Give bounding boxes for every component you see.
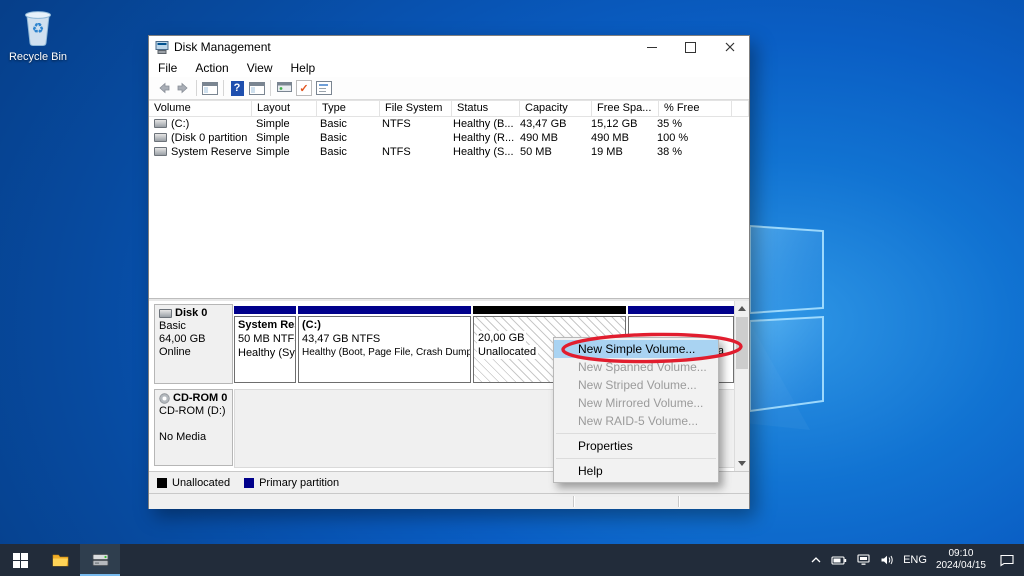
desktop: ♻ Recycle Bin Disk Management (0, 0, 1024, 576)
clock[interactable]: 09:10 2024/04/15 (936, 548, 986, 572)
col-type[interactable]: Type (317, 101, 380, 116)
clock-date: 2024/04/15 (936, 560, 986, 571)
windows-start-icon (13, 553, 28, 568)
close-icon (725, 42, 735, 52)
col-free-space[interactable]: Free Spa... (592, 101, 659, 116)
disk-icon (159, 309, 172, 318)
console-tree-icon[interactable] (247, 79, 267, 97)
title-bar[interactable]: Disk Management (149, 36, 749, 58)
toolbar-separator (223, 80, 224, 96)
table-row[interactable]: System Reserved Simple Basic NTFS Health… (149, 145, 749, 159)
toolbar: ? ✓ (149, 77, 749, 100)
maximize-button[interactable] (671, 36, 710, 58)
minimize-button[interactable] (632, 36, 671, 58)
menu-item-new-striped-volume[interactable]: New Striped Volume... (554, 376, 718, 394)
col-volume[interactable]: Volume (149, 101, 252, 116)
disk-view-scrollbar[interactable] (734, 301, 749, 471)
menu-item-new-raid5-volume[interactable]: New RAID-5 Volume... (554, 412, 718, 430)
menu-separator (556, 458, 716, 459)
menu-bar: File Action View Help (149, 58, 749, 77)
menu-view[interactable]: View (238, 59, 282, 77)
cdrom0-header[interactable]: CD-ROM 0 CD-ROM (D:) No Media (154, 389, 233, 466)
volume-speaker-icon[interactable] (880, 554, 894, 566)
recycle-bin-label: Recycle Bin (6, 51, 70, 63)
disk-management-icon (91, 552, 110, 568)
disk0-header[interactable]: Disk 0 Basic 64,00 GB Online (154, 304, 233, 384)
legend-swatch-unallocated (157, 478, 167, 488)
partition-system-reserved[interactable]: System Res 50 MB NTFS Healthy (Sys (234, 306, 296, 383)
volume-icon (154, 133, 167, 142)
console-window-icon[interactable] (200, 79, 220, 97)
volume-icon (154, 147, 167, 156)
legend-primary-partition: Primary partition (244, 477, 339, 489)
back-icon[interactable] (153, 79, 173, 97)
partition-c[interactable]: (C:) 43,47 GB NTFS Healthy (Boot, Page F… (298, 306, 471, 383)
status-bar (149, 493, 749, 509)
menu-item-new-spanned-volume[interactable]: New Spanned Volume... (554, 358, 718, 376)
battery-icon[interactable] (831, 554, 847, 566)
action-pane-icon[interactable] (274, 79, 294, 97)
menu-item-properties[interactable]: Properties (554, 437, 718, 455)
taskbar: ENG 09:10 2024/04/15 (0, 544, 1024, 576)
volume-icon (154, 119, 167, 128)
table-row[interactable]: (Disk 0 partition 3) Simple Basic Health… (149, 131, 749, 145)
col-status[interactable]: Status (452, 101, 520, 116)
scroll-down-icon[interactable] (735, 456, 749, 471)
recycle-bin[interactable]: ♻ Recycle Bin (6, 6, 70, 68)
volume-list: Volume Layout Type File System Status Ca… (149, 100, 749, 298)
col-pct-free[interactable]: % Free (659, 101, 732, 116)
svg-text:♻: ♻ (32, 21, 45, 37)
col-capacity[interactable]: Capacity (520, 101, 592, 116)
disk-management-taskbar-button[interactable] (80, 544, 120, 576)
language-indicator[interactable]: ENG (903, 554, 927, 566)
legend-unallocated: Unallocated (157, 477, 230, 489)
legend-swatch-primary (244, 478, 254, 488)
check-icon[interactable]: ✓ (294, 79, 314, 97)
help-icon[interactable]: ? (227, 79, 247, 97)
menu-file[interactable]: File (149, 59, 186, 77)
cd-rom-icon (160, 394, 169, 403)
scrollbar-thumb[interactable] (736, 317, 748, 369)
col-file-system[interactable]: File System (380, 101, 452, 116)
start-button[interactable] (0, 544, 40, 576)
forward-icon[interactable] (173, 79, 193, 97)
tray-chevron-icon[interactable] (810, 555, 822, 565)
action-center-icon[interactable] (999, 554, 1015, 567)
toolbar-separator (270, 80, 271, 96)
menu-action[interactable]: Action (186, 59, 237, 77)
menu-separator (556, 433, 716, 434)
toolbar-separator (196, 80, 197, 96)
recycle-bin-icon: ♻ (20, 6, 56, 48)
window-title: Disk Management (174, 40, 271, 54)
file-explorer-button[interactable] (40, 544, 80, 576)
clock-time: 09:10 (948, 548, 973, 559)
network-icon[interactable] (856, 554, 871, 566)
table-row[interactable]: (C:) Simple Basic NTFS Healthy (B... 43,… (149, 117, 749, 131)
properties-icon[interactable] (314, 79, 334, 97)
menu-item-new-mirrored-volume[interactable]: New Mirrored Volume... (554, 394, 718, 412)
scroll-up-icon[interactable] (735, 301, 749, 316)
system-tray: ENG 09:10 2024/04/15 (810, 544, 1024, 576)
menu-help[interactable]: Help (282, 59, 325, 77)
volume-table-header: Volume Layout Type File System Status Ca… (149, 100, 749, 117)
col-layout[interactable]: Layout (252, 101, 317, 116)
disk-management-app-icon (155, 40, 169, 54)
menu-item-new-simple-volume[interactable]: New Simple Volume... (554, 340, 718, 358)
context-menu: New Simple Volume... New Spanned Volume.… (553, 337, 719, 483)
file-explorer-icon (52, 553, 69, 567)
close-button[interactable] (710, 36, 749, 58)
menu-item-help[interactable]: Help (554, 462, 718, 480)
